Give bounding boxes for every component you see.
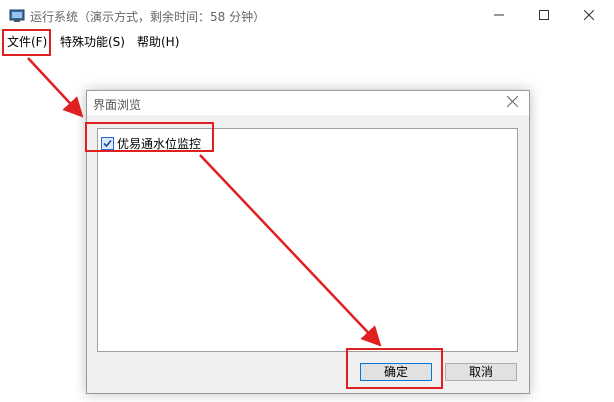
main-window: 运行系统（演示方式，剩余时间：58 分钟） 文件(F) 特殊功能(S) 帮助(H… [0, 0, 614, 402]
maximize-icon [539, 9, 549, 23]
tree-item[interactable]: 优易通水位监控 [101, 134, 201, 152]
cancel-button[interactable]: 取消 [445, 363, 517, 381]
dialog-close-button[interactable] [497, 91, 527, 115]
minimize-icon [494, 9, 504, 23]
arrow-to-dialog [27, 57, 84, 118]
menu-help[interactable]: 帮助(H) [137, 33, 179, 50]
ok-button[interactable]: 确定 [360, 363, 432, 381]
dialog-title-bar: 界面浏览 [87, 91, 529, 115]
dialog-close-icon [506, 95, 518, 110]
screen-tree-list[interactable]: 优易通水位监控 [97, 128, 518, 352]
title-bar: 运行系统（演示方式，剩余时间：58 分钟） [0, 0, 614, 31]
menu-file[interactable]: 文件(F) [7, 33, 47, 50]
menu-bar: 文件(F) 特殊功能(S) 帮助(H) [0, 31, 614, 51]
app-icon [9, 8, 25, 24]
close-button[interactable] [566, 0, 612, 31]
menu-special-functions[interactable]: 特殊功能(S) [60, 33, 125, 50]
close-icon [583, 9, 595, 23]
checked-checkbox-icon[interactable] [101, 136, 114, 150]
interface-browse-dialog: 界面浏览 优易通水位监控 确定 取消 [86, 90, 530, 394]
maximize-button[interactable] [521, 0, 567, 31]
dialog-title: 界面浏览 [93, 98, 142, 112]
tree-item-label: 优易通水位监控 [117, 136, 202, 151]
window-title: 运行系统（演示方式，剩余时间：58 分钟） [30, 10, 266, 24]
minimize-button[interactable] [476, 0, 522, 31]
